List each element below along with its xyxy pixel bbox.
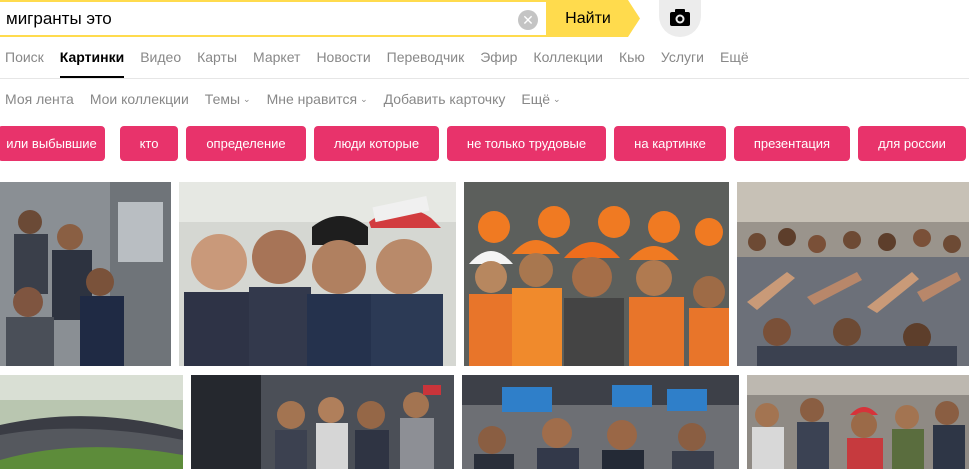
chip-item[interactable]: или выбывшие: [0, 126, 105, 161]
service-tab[interactable]: Поиск: [5, 48, 44, 78]
subnav-item[interactable]: Темы ⌄: [205, 90, 251, 108]
search-button-label: Найти: [565, 10, 611, 27]
image-thumbnail[interactable]: [179, 182, 456, 366]
chevron-down-icon: ⌄: [360, 94, 368, 104]
service-tab[interactable]: Услуги: [661, 48, 704, 78]
nav-divider: [0, 78, 969, 79]
service-tab[interactable]: Ещё: [720, 48, 749, 78]
chip-item[interactable]: на картинке: [614, 126, 726, 161]
image-thumbnail[interactable]: [0, 375, 183, 469]
image-thumbnail[interactable]: [464, 182, 729, 366]
chip-item[interactable]: для россии: [858, 126, 966, 161]
images-subnav: Моя лента Мои коллекции Темы ⌄ Мне нравится ⌄…: [5, 90, 577, 108]
image-thumbnail[interactable]: [191, 375, 454, 469]
chip-item[interactable]: определение: [186, 126, 306, 161]
chevron-down-icon: ⌄: [243, 94, 251, 104]
image-thumbnail[interactable]: [747, 375, 969, 469]
service-tab[interactable]: Переводчик: [387, 48, 465, 78]
search-input[interactable]: [6, 2, 506, 35]
services-nav: Поиск Картинки Видео Карты Маркет Новости Пере…: [5, 48, 765, 78]
image-thumbnail[interactable]: [462, 375, 739, 469]
service-tab[interactable]: Коллекции: [533, 48, 603, 78]
subnav-item-label: Моя лента: [5, 91, 74, 107]
search-button[interactable]: Найти: [548, 0, 640, 37]
subnav-item[interactable]: Моя лента: [5, 90, 74, 108]
subnav-item[interactable]: Мне нравится ⌄: [267, 90, 368, 108]
service-tab[interactable]: Карты: [197, 48, 237, 78]
service-tab[interactable]: Новости: [316, 48, 370, 78]
camera-search-button[interactable]: [659, 0, 701, 37]
service-tab[interactable]: Эфир: [480, 48, 517, 78]
subnav-item-label: Добавить карточку: [383, 91, 506, 107]
service-tab[interactable]: Кью: [619, 48, 645, 78]
chevron-down-icon: ⌄: [553, 94, 561, 104]
image-thumbnail[interactable]: [0, 182, 171, 366]
suggestion-chips: или выбывшие кто определение люди которы…: [0, 126, 969, 161]
chip-item[interactable]: люди которые: [314, 126, 439, 161]
service-tab[interactable]: Маркет: [253, 48, 300, 78]
camera-icon: [670, 9, 690, 26]
service-tab[interactable]: Видео: [140, 48, 181, 78]
service-tab-active[interactable]: Картинки: [59, 48, 125, 78]
subnav-item-label: Ещё: [521, 91, 551, 107]
subnav-item[interactable]: Мои коллекции: [90, 90, 189, 108]
chip-item[interactable]: кто: [120, 126, 178, 161]
clear-icon[interactable]: ✕: [518, 10, 538, 30]
subnav-item-label: Мне нравится: [266, 91, 358, 107]
chip-item[interactable]: не только трудовые: [447, 126, 606, 161]
subnav-item[interactable]: Добавить карточку: [384, 90, 506, 108]
search-box: ✕: [0, 0, 548, 37]
subnav-item-label: Мои коллекции: [89, 91, 189, 107]
image-thumbnail[interactable]: [737, 182, 969, 366]
chip-item[interactable]: презентация: [734, 126, 850, 161]
subnav-item-label: Темы: [204, 91, 241, 107]
subnav-item[interactable]: Ещё ⌄: [521, 90, 560, 108]
